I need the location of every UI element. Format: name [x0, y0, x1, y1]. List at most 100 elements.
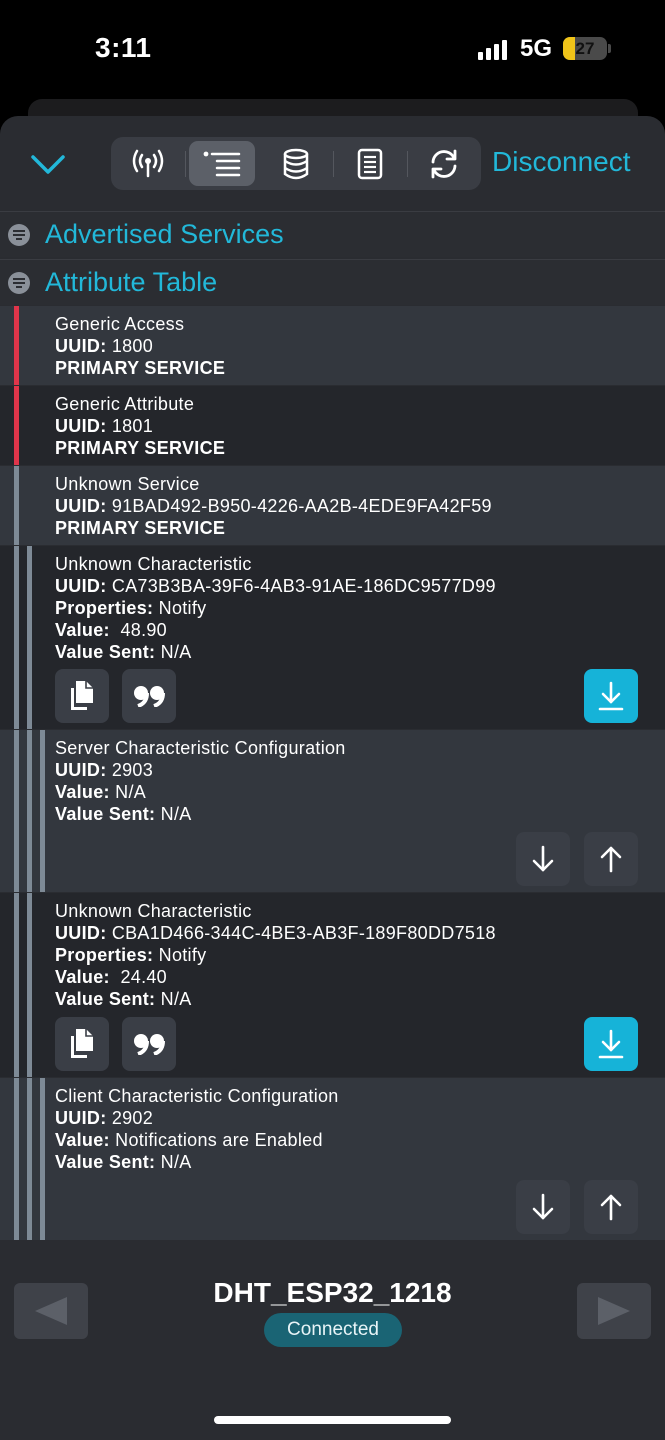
value-label: Value:: [55, 782, 110, 802]
toolbar: Disconnect: [0, 116, 665, 211]
value-sent-label: Value Sent:: [55, 642, 156, 662]
value-sent-value: N/A: [160, 804, 192, 824]
value-label: Value:: [55, 1130, 110, 1150]
write-button[interactable]: [584, 1180, 638, 1234]
quote-icon: [134, 1034, 165, 1055]
tab-refresh[interactable]: [411, 141, 477, 186]
home-indicator[interactable]: [214, 1416, 451, 1424]
service-indicator-bar: [14, 893, 19, 1077]
section-title: Attribute Table: [45, 267, 218, 297]
uuid-value: 2903: [111, 760, 154, 780]
read-button[interactable]: [584, 669, 638, 723]
chevron-down-icon[interactable]: [28, 146, 68, 182]
value-value: 24.40: [115, 967, 167, 987]
arrow-down-icon: [532, 845, 554, 872]
attribute-row-descriptor[interactable]: Client Characteristic Configuration UUID…: [0, 1078, 665, 1240]
attribute-row-service[interactable]: Generic Access UUID: 1800 PRIMARY SERVIC…: [0, 306, 665, 385]
list-icon: [203, 151, 241, 176]
attribute-text: Unknown Service UUID: 91BAD492-B950-4226…: [55, 473, 492, 539]
service-indicator-bar: [14, 1078, 19, 1240]
attribute-row-service[interactable]: Generic Attribute UUID: 1801 PRIMARY SER…: [0, 386, 665, 465]
attribute-row-descriptor[interactable]: Server Characteristic Configuration UUID…: [0, 730, 665, 892]
divider: [333, 151, 334, 177]
attribute-name: Unknown Characteristic: [55, 901, 252, 921]
service-indicator-bar: [14, 546, 19, 729]
attribute-row-service[interactable]: Unknown Service UUID: 91BAD492-B950-4226…: [0, 466, 665, 545]
uuid-value: 91BAD492-B950-4226-AA2B-4EDE9FA42F59: [111, 496, 492, 516]
collapse-section-icon: [8, 224, 30, 246]
device-name: DHT_ESP32_1218: [213, 1277, 452, 1308]
battery-percent: 27: [575, 39, 595, 58]
divider: [185, 151, 186, 177]
service-indicator-bar: [14, 730, 19, 892]
characteristic-indicator-bar: [27, 1078, 32, 1240]
characteristic-indicator-bar: [27, 730, 32, 892]
section-title: Advertised Services: [45, 219, 284, 249]
read-button[interactable]: [516, 832, 570, 886]
service-indicator-bar: [14, 306, 19, 385]
battery-tip: [608, 44, 611, 53]
status-bar: 3:11 5G 27: [0, 0, 665, 100]
attribute-row-characteristic[interactable]: Unknown Characteristic UUID: CBA1D466-34…: [0, 893, 665, 1077]
service-indicator-bar: [14, 386, 19, 465]
uuid-value: CBA1D466-344C-4BE3-AB3F-189F80DD7518: [111, 923, 496, 943]
service-type: PRIMARY SERVICE: [55, 518, 226, 538]
tab-database[interactable]: [263, 141, 329, 186]
value-sent-value: N/A: [160, 989, 192, 1009]
tab-attribute-list[interactable]: [189, 141, 255, 186]
arrow-down-icon: [532, 1193, 554, 1220]
attribute-name: Unknown Service: [55, 474, 200, 494]
copy-icon: [71, 681, 93, 710]
value-sent-label: Value Sent:: [55, 804, 156, 824]
value-value: Notifications are Enabled: [115, 1130, 323, 1150]
connection-status-badge: Connected: [264, 1313, 402, 1347]
tab-advertisement[interactable]: [115, 141, 181, 186]
next-device-button[interactable]: [577, 1283, 651, 1339]
device-footer: DHT_ESP32_1218 Connected: [0, 1241, 665, 1440]
disconnect-button[interactable]: Disconnect: [492, 146, 631, 178]
properties-value: Notify: [158, 945, 207, 965]
download-arrow-icon: [598, 681, 624, 711]
characteristic-indicator-bar: [27, 546, 32, 729]
cellular-signal-icon: [478, 38, 507, 60]
arrow-up-icon: [600, 846, 622, 873]
properties-label: Properties:: [55, 945, 154, 965]
uuid-label: UUID:: [55, 576, 107, 596]
database-icon: [283, 148, 309, 179]
uuid-label: UUID:: [55, 496, 107, 516]
attribute-row-characteristic[interactable]: Unknown Characteristic UUID: CA73B3BA-39…: [0, 546, 665, 729]
antenna-icon: [132, 149, 164, 177]
uuid-label: UUID:: [55, 923, 107, 943]
descriptor-indicator-bar: [40, 730, 45, 892]
properties-value: Notify: [158, 598, 207, 618]
copy-button[interactable]: [55, 669, 109, 723]
attribute-name: Generic Attribute: [55, 394, 195, 414]
descriptor-indicator-bar: [40, 1078, 45, 1240]
read-button[interactable]: [516, 1180, 570, 1234]
advertised-services-header[interactable]: Advertised Services: [0, 211, 665, 257]
copy-icon: [71, 1029, 93, 1058]
tab-log[interactable]: [337, 141, 403, 186]
attribute-text: Generic Access UUID: 1800 PRIMARY SERVIC…: [55, 313, 225, 379]
value-value: 48.90: [115, 620, 167, 640]
battery-icon: 27: [563, 37, 607, 60]
properties-label: Properties:: [55, 598, 154, 618]
read-button[interactable]: [584, 1017, 638, 1071]
copy-button[interactable]: [55, 1017, 109, 1071]
value-sent-label: Value Sent:: [55, 989, 156, 1009]
write-button[interactable]: [584, 832, 638, 886]
arrow-up-icon: [600, 1194, 622, 1221]
service-type: PRIMARY SERVICE: [55, 358, 226, 378]
value-value: N/A: [115, 782, 147, 802]
attribute-table-header[interactable]: Attribute Table: [0, 259, 665, 305]
value-sent-label: Value Sent:: [55, 1152, 156, 1172]
refresh-icon: [431, 149, 457, 178]
service-indicator-bar: [14, 466, 19, 545]
uuid-label: UUID:: [55, 760, 107, 780]
value-sent-value: N/A: [160, 1152, 192, 1172]
attribute-name: Server Characteristic Configuration: [55, 738, 346, 758]
format-button[interactable]: [122, 1017, 176, 1071]
format-button[interactable]: [122, 669, 176, 723]
attribute-text: Generic Attribute UUID: 1801 PRIMARY SER…: [55, 393, 225, 459]
document-icon: [357, 148, 383, 179]
